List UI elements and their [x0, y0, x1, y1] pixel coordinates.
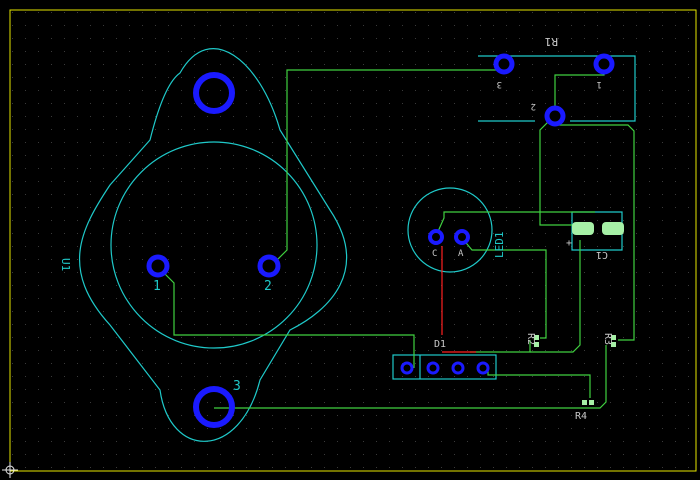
c1-polarity-label: +: [566, 238, 572, 249]
led1-pin-a-pad[interactable]: [454, 229, 470, 245]
r1-pin3-label: 3: [497, 79, 502, 89]
d1-pin3-pad[interactable]: [451, 361, 465, 375]
r1-pin1-label: 1: [597, 79, 602, 89]
u1-pin1-label: 1: [153, 279, 161, 294]
c1-pad-2[interactable]: [602, 222, 624, 235]
u1-pin1-pad[interactable]: [146, 254, 170, 278]
led1-pin-c-label: C: [432, 249, 437, 259]
c1-pad-1[interactable]: [572, 222, 594, 235]
led1-pin-a-label: A: [458, 249, 464, 259]
r2-ref-label: R2: [525, 333, 536, 345]
d1-pin4-pad[interactable]: [476, 361, 490, 375]
d1-pin2-pad[interactable]: [426, 361, 440, 375]
pcb-canvas[interactable]: U1 1 2 3 R1 3 1 2 LED1 C A C1 + D1 R2 R3…: [0, 0, 700, 480]
r1-pin3-pad[interactable]: [493, 53, 515, 75]
c1-ref-label: C1: [596, 249, 608, 260]
u1-pin3-label: 3: [233, 379, 241, 394]
d1-pin1-pad[interactable]: [400, 361, 414, 375]
r1-pin1-pad[interactable]: [593, 53, 615, 75]
r1-pin2-pad[interactable]: [544, 105, 566, 127]
r4-ref-label: R4: [575, 411, 587, 422]
u1-ref-label: U1: [59, 258, 72, 271]
d1-ref-label: D1: [434, 339, 446, 350]
r1-ref-label: R1: [545, 35, 558, 48]
r4-pad-2[interactable]: [589, 400, 594, 405]
u1-pin2-label: 2: [264, 279, 272, 294]
r1-pin2-label: 2: [531, 101, 536, 111]
led1-ref-label: LED1: [493, 232, 506, 259]
r4-pad-1[interactable]: [582, 400, 587, 405]
r3-ref-label: R3: [602, 333, 613, 345]
led1-pin-c-pad[interactable]: [428, 229, 444, 245]
u1-pin2-pad[interactable]: [257, 254, 281, 278]
